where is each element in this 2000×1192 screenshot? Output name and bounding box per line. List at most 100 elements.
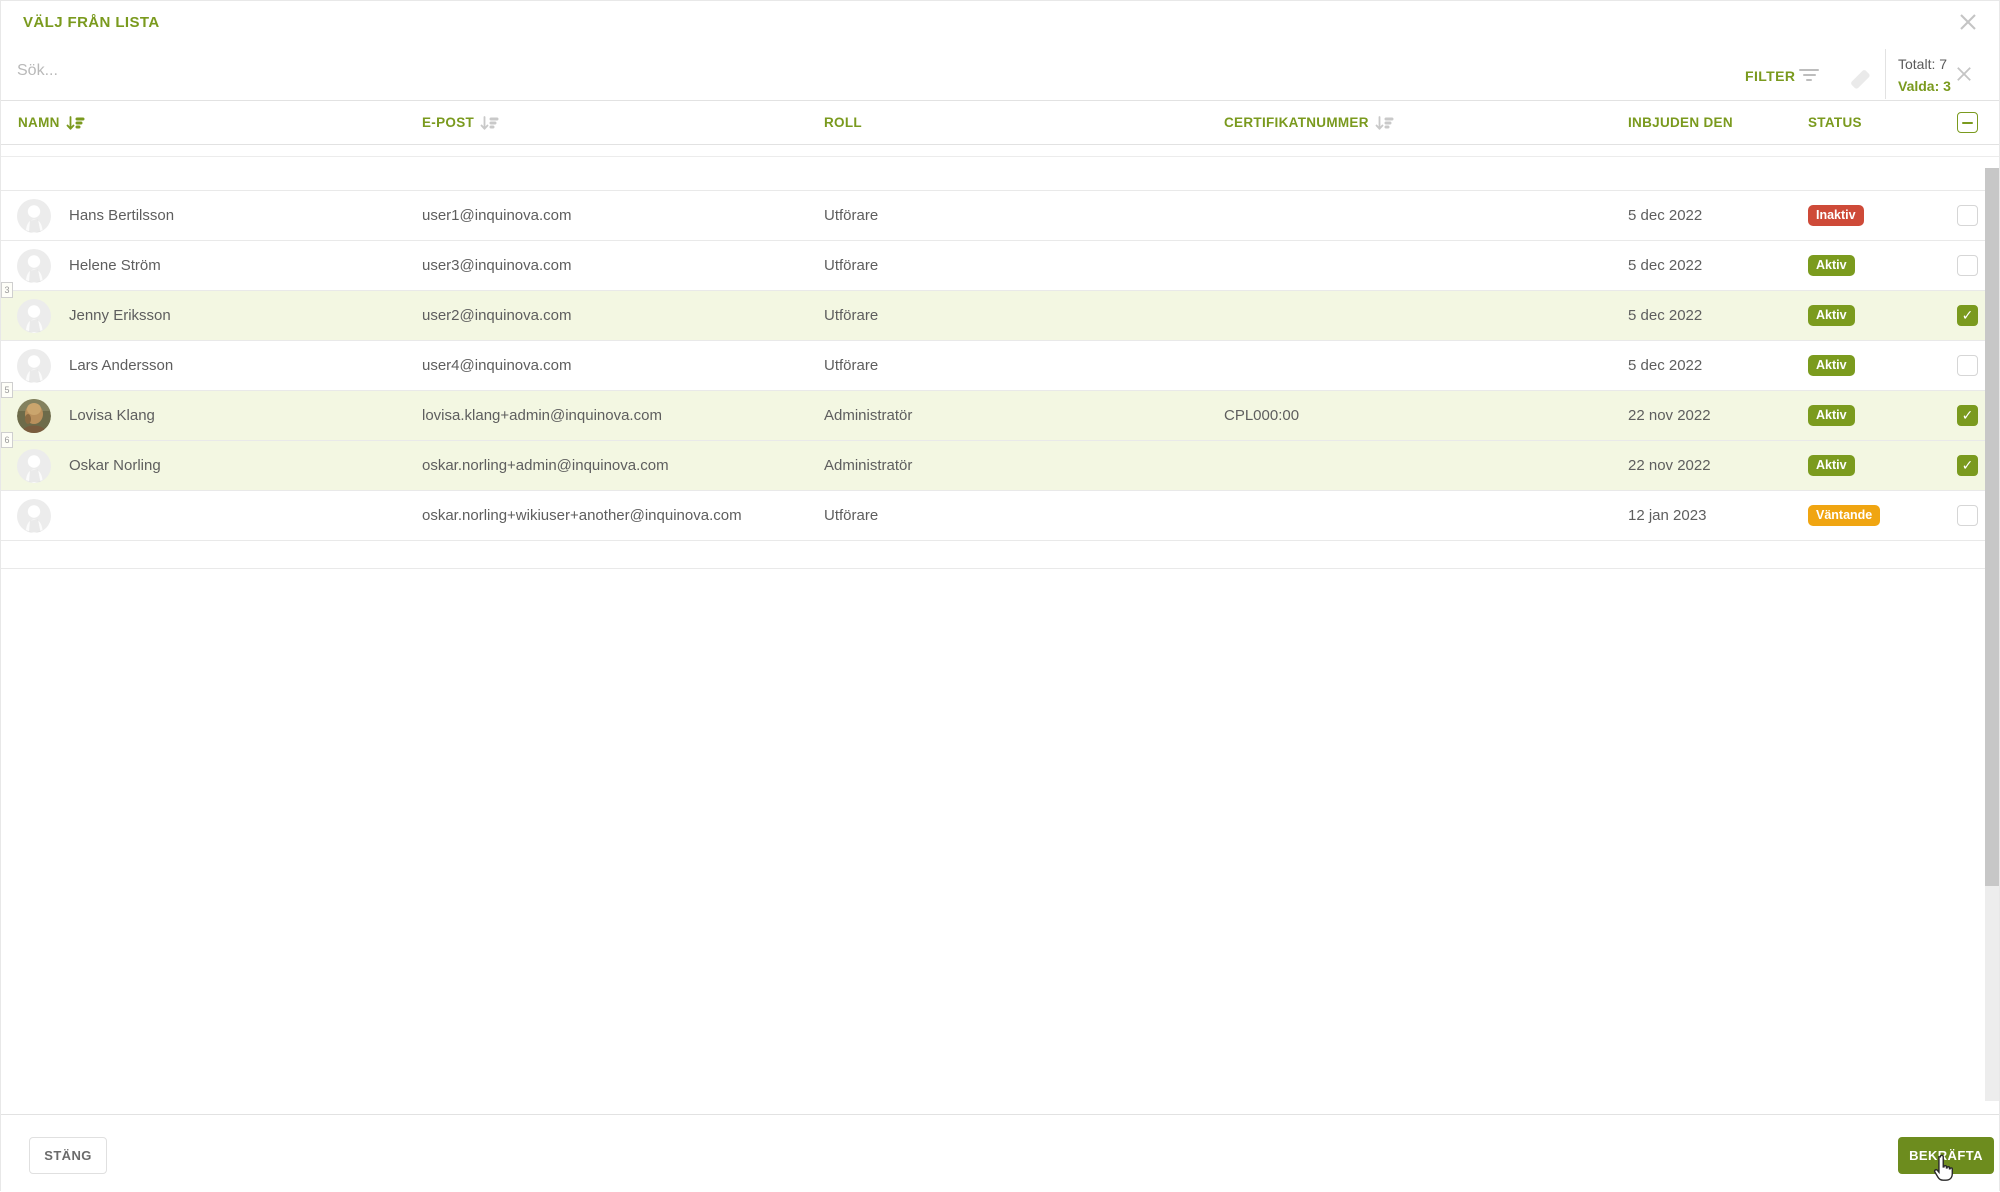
row-email: user3@inquinova.com [422,241,571,290]
empty-row-top [1,157,1999,191]
avatar-person-icon [17,299,51,333]
column-header-certifikatnummer[interactable]: CERTIFIKATNUMMER [1224,115,1394,130]
column-header-inbjuden-den[interactable]: INBJUDEN DEN [1628,115,1733,130]
row-checkbox[interactable] [1957,255,1978,276]
modal-title-bar: VÄLJ FRÅN LISTA [1,1,1999,41]
row-cert: CPL000:00 [1224,391,1299,440]
row-status: Aktiv [1808,241,1855,290]
row-checkbox[interactable] [1957,455,1978,476]
column-header-status[interactable]: STATUS [1808,115,1862,130]
toolbar: FILTER Totalt: 7 Valda: 3 [1,41,1999,101]
row-email: user1@inquinova.com [422,191,571,240]
table-row[interactable]: Helene Ström user3@inquinova.com Utförar… [1,241,1999,291]
row-status: Aktiv [1808,441,1855,490]
table-row[interactable]: 3 Jenny Eriksson user2@inquinova.com Utf… [1,291,1999,341]
filter-lines-icon[interactable] [1798,69,1820,85]
status-badge: Inaktiv [1808,205,1864,227]
table-row[interactable]: 5 Lovisa Klang lovisa.klang+admin@inquin… [1,391,1999,441]
row-checkbox[interactable] [1957,505,1978,526]
empty-row-bottom [1,541,1999,569]
row-role: Utförare [824,341,878,390]
clear-selection-icon[interactable] [1956,66,1974,84]
row-index-badge: 5 [1,382,13,398]
row-checkbox[interactable] [1957,405,1978,426]
row-index-badge: 6 [1,432,13,448]
table-header: NAMN E-POST ROLL CERTIFIKATNUMMER INBJUD… [1,101,1999,145]
row-name: Lars Andersson [69,341,173,390]
table-row[interactable]: Hans Bertilsson user1@inquinova.com Utfö… [1,191,1999,241]
avatar-person-icon [17,499,51,533]
row-role: Administratör [824,391,912,440]
status-badge: Aktiv [1808,455,1855,477]
row-email: user4@inquinova.com [422,341,571,390]
row-status: Inaktiv [1808,191,1864,240]
row-email: oskar.norling+admin@inquinova.com [422,441,669,490]
close-icon[interactable] [1959,13,1981,35]
row-invited: 5 dec 2022 [1628,241,1702,290]
row-checkbox[interactable] [1957,205,1978,226]
confirm-button[interactable]: BEKRÄFTA [1898,1137,1994,1174]
column-header-roll[interactable]: ROLL [824,115,862,130]
status-badge: Aktiv [1808,405,1855,427]
filter-button[interactable]: FILTER [1745,68,1795,84]
row-role: Utförare [824,191,878,240]
row-role: Utförare [824,291,878,340]
row-invited: 5 dec 2022 [1628,291,1702,340]
table-row[interactable]: oskar.norling+wikiuser+another@inquinova… [1,491,1999,541]
selected-label: Valda: [1898,78,1939,94]
modal-title: VÄLJ FRÅN LISTA [23,14,160,31]
table-spacer-row [1,145,1999,157]
row-invited: 12 jan 2023 [1628,491,1706,540]
status-badge: Aktiv [1808,305,1855,327]
scrollbar-thumb[interactable] [1985,168,1999,886]
row-invited: 5 dec 2022 [1628,341,1702,390]
sort-icon-inactive[interactable] [1375,116,1394,130]
row-status: Aktiv [1808,391,1855,440]
column-header-namn[interactable]: NAMN [18,115,85,130]
table-row[interactable]: 6 Oskar Norling oskar.norling+admin@inqu… [1,441,1999,491]
avatar-person-icon [17,199,51,233]
row-name: Oskar Norling [69,441,161,490]
row-name: Helene Ström [69,241,161,290]
status-badge: Väntande [1808,505,1880,527]
table-row[interactable]: Lars Andersson user4@inquinova.com Utför… [1,341,1999,391]
row-name: Jenny Eriksson [69,291,171,340]
total-label: Totalt: [1898,56,1935,72]
avatar-photo [17,399,51,433]
row-role: Utförare [824,491,878,540]
column-header-epost[interactable]: E-POST [422,115,499,130]
toolbar-divider [1885,49,1886,99]
row-name: Hans Bertilsson [69,191,174,240]
sort-descending-icon[interactable] [66,116,85,130]
close-button[interactable]: STÄNG [29,1137,107,1174]
row-index-badge: 3 [1,282,13,298]
select-from-list-modal: VÄLJ FRÅN LISTA FILTER Totalt: 7 Valda: … [0,0,2000,1191]
row-role: Utförare [824,241,878,290]
row-invited: 22 nov 2022 [1628,441,1711,490]
row-checkbox[interactable] [1957,355,1978,376]
eraser-icon[interactable] [1846,65,1874,93]
search-input[interactable] [17,53,1517,89]
row-invited: 22 nov 2022 [1628,391,1711,440]
row-invited: 5 dec 2022 [1628,191,1702,240]
avatar-person-icon [17,349,51,383]
sort-icon-inactive[interactable] [480,116,499,130]
modal-footer: STÄNG BEKRÄFTA [1,1114,1999,1192]
avatar-person-icon [17,449,51,483]
total-value: 7 [1939,56,1947,72]
row-checkbox[interactable] [1957,305,1978,326]
row-status: Aktiv [1808,291,1855,340]
row-email: user2@inquinova.com [422,291,571,340]
selected-value: 3 [1943,78,1951,94]
select-all-checkbox-indeterminate[interactable] [1957,112,1978,133]
row-email: lovisa.klang+admin@inquinova.com [422,391,662,440]
row-status: Aktiv [1808,341,1855,390]
table-body: Hans Bertilsson user1@inquinova.com Utfö… [1,145,1999,569]
row-role: Administratör [824,441,912,490]
row-name: Lovisa Klang [69,391,155,440]
selection-totals: Totalt: 7 Valda: 3 [1898,53,1951,97]
row-status: Väntande [1808,491,1880,540]
status-badge: Aktiv [1808,255,1855,277]
row-email: oskar.norling+wikiuser+another@inquinova… [422,491,742,540]
avatar-person-icon [17,249,51,283]
